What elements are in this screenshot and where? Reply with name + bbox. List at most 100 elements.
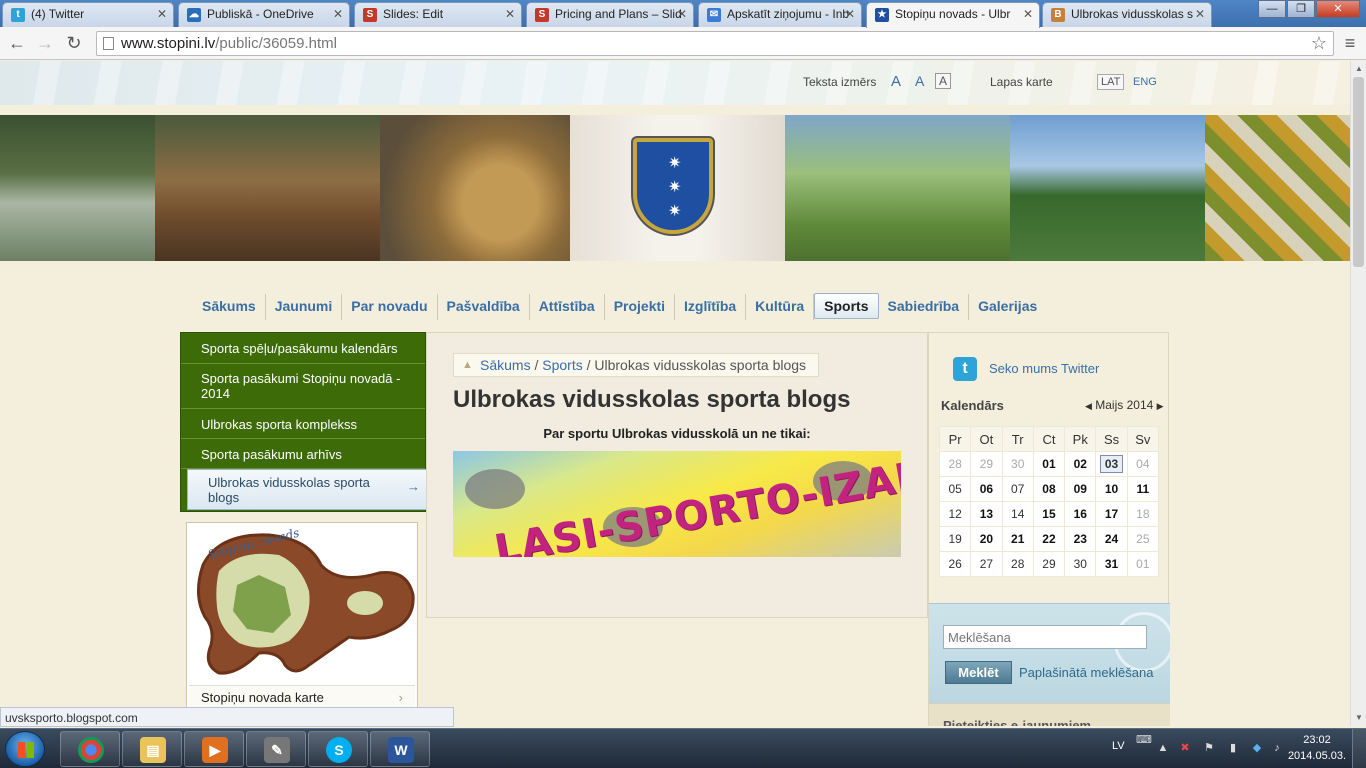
- tab-slides-edit[interactable]: S Slides: Edit ✕: [354, 2, 522, 27]
- address-bar[interactable]: www.stopini.lv/public/36059.html ☆: [96, 31, 1334, 56]
- subnav-item-calendar[interactable]: Sporta spēļu/pasākumu kalendārs: [181, 333, 425, 364]
- reload-icon[interactable]: ↻: [62, 31, 86, 55]
- text-size-normal-button[interactable]: A: [891, 73, 901, 90]
- nav-item-sabiedriba[interactable]: Sabiedrība: [879, 294, 970, 320]
- volume-icon[interactable]: ♪: [1270, 741, 1284, 755]
- text-size-large-button[interactable]: A: [935, 73, 952, 89]
- bookmark-star-icon[interactable]: ☆: [1311, 32, 1327, 55]
- search-input[interactable]: [943, 625, 1147, 649]
- calendar-day[interactable]: 09: [1064, 476, 1097, 502]
- calendar-day[interactable]: 13: [970, 501, 1003, 527]
- nav-item-galerijas[interactable]: Galerijas: [969, 294, 1046, 320]
- close-icon[interactable]: ✕: [157, 7, 167, 21]
- tab-blogger[interactable]: B Ulbrokas vidusskolas s ✕: [1042, 2, 1212, 27]
- clock-time[interactable]: 23:02: [1292, 734, 1342, 746]
- show-desktop-button[interactable]: [1352, 729, 1366, 768]
- calendar-day[interactable]: 11: [1126, 476, 1160, 502]
- next-month-icon[interactable]: ▶: [1157, 401, 1164, 411]
- subnav-item-archive[interactable]: Sporta pasākumu arhīvs: [181, 439, 425, 469]
- menu-icon[interactable]: ≡: [1340, 33, 1360, 53]
- breadcrumb-sports-link[interactable]: Sports: [542, 357, 582, 373]
- taskbar-chrome[interactable]: [60, 731, 120, 767]
- sitemap-link[interactable]: Lapas karte: [990, 75, 1053, 89]
- input-language[interactable]: LV: [1112, 740, 1125, 752]
- nav-item-izglitiba[interactable]: Izglītība: [675, 294, 747, 320]
- twitter-icon[interactable]: t: [953, 357, 977, 381]
- tab-inbox[interactable]: ✉ Apskatīt ziņojumu - Inb ✕: [698, 2, 862, 27]
- text-size-medium-button[interactable]: A: [915, 73, 924, 89]
- clock-date[interactable]: 2014.05.03.: [1285, 750, 1349, 762]
- scrollbar-thumb[interactable]: [1353, 77, 1364, 267]
- banner-crest-panel[interactable]: ✷ ✷ ✷: [570, 115, 785, 261]
- network-warning-icon[interactable]: ✖: [1178, 741, 1192, 755]
- flag-icon[interactable]: ⚑: [1202, 741, 1216, 755]
- search-button[interactable]: Meklēt: [945, 661, 1012, 684]
- close-icon[interactable]: ✕: [1195, 7, 1205, 21]
- taskbar-tool[interactable]: ✎: [246, 731, 306, 767]
- scroll-down-icon[interactable]: ▼: [1354, 713, 1364, 723]
- calendar-day[interactable]: 02: [1064, 451, 1097, 477]
- back-arrow-icon[interactable]: ←: [5, 31, 29, 55]
- sports-blog-banner-link[interactable]: LASI-SPORTO-IZAICINI!: [453, 451, 901, 557]
- nav-item-par-novadu[interactable]: Par novadu: [342, 294, 438, 320]
- close-icon[interactable]: ✕: [333, 7, 343, 21]
- tab-twitter[interactable]: t (4) Twitter ✕: [2, 2, 174, 27]
- calendar-day[interactable]: 23: [1064, 526, 1097, 552]
- subnav-item-events-2014[interactable]: Sporta pasākumi Stopiņu novadā - 2014: [181, 364, 425, 409]
- calendar-day[interactable]: 24: [1095, 526, 1128, 552]
- advanced-search-link[interactable]: Paplašinātā meklēšana: [1019, 665, 1153, 680]
- taskbar-skype[interactable]: S: [308, 731, 368, 767]
- county-map-image[interactable]: Stopiņu novads: [189, 525, 415, 683]
- nav-item-projekti[interactable]: Projekti: [605, 294, 676, 320]
- lang-lat-button[interactable]: LAT: [1097, 74, 1125, 90]
- newsletter-heading[interactable]: Pieteikties e-jaunumiem: [929, 703, 1170, 726]
- calendar-day[interactable]: 22: [1032, 526, 1066, 552]
- county-map-widget[interactable]: Stopiņu novads Stopiņu novada karte ›: [186, 522, 418, 726]
- nav-item-pasvaldiba[interactable]: Pašvaldība: [438, 294, 530, 320]
- nav-item-kultura[interactable]: Kultūra: [746, 294, 815, 320]
- calendar-day[interactable]: 20: [970, 526, 1003, 552]
- nav-item-jaunumi[interactable]: Jaunumi: [266, 294, 343, 320]
- close-icon[interactable]: ✕: [845, 7, 855, 21]
- breadcrumb-home-link[interactable]: Sākums: [480, 357, 531, 373]
- nav-item-attistiba[interactable]: Attīstība: [530, 294, 605, 320]
- twitter-follow-link[interactable]: Seko mums Twitter: [989, 361, 1099, 376]
- calendar-day[interactable]: 15: [1032, 501, 1066, 527]
- calendar-day[interactable]: 01: [1032, 451, 1066, 477]
- lang-eng-link[interactable]: ENG: [1133, 76, 1157, 88]
- coat-of-arms-logo[interactable]: ✷ ✷ ✷: [633, 138, 713, 234]
- calendar-day[interactable]: 31: [1095, 551, 1128, 577]
- subnav-item-sports-complex[interactable]: Ulbrokas sporta komplekss: [181, 409, 425, 439]
- county-map-link[interactable]: Stopiņu novada karte ›: [189, 685, 415, 709]
- keyboard-icon[interactable]: ⌨: [1136, 733, 1152, 747]
- show-hidden-icons[interactable]: ▲: [1156, 741, 1170, 755]
- calendar-day[interactable]: 03: [1095, 451, 1128, 477]
- close-icon[interactable]: ✕: [1023, 7, 1033, 21]
- taskbar-media-player[interactable]: ▶: [184, 731, 244, 767]
- prev-month-icon[interactable]: ◀: [1085, 401, 1092, 411]
- close-icon[interactable]: ✕: [505, 7, 515, 21]
- minimize-button[interactable]: —: [1258, 0, 1286, 18]
- subnav-item-sports-blog[interactable]: Ulbrokas vidusskolas sporta blogs →: [187, 469, 431, 510]
- forward-arrow-icon[interactable]: →: [33, 31, 57, 55]
- tab-onedrive[interactable]: ☁ Publiskā - OneDrive ✕: [178, 2, 350, 27]
- page-scrollbar[interactable]: ▲ ▼: [1350, 61, 1366, 726]
- scroll-up-icon[interactable]: ▲: [1354, 64, 1364, 74]
- calendar-day[interactable]: 06: [970, 476, 1003, 502]
- nav-item-sakums[interactable]: Sākums: [193, 294, 266, 320]
- close-window-button[interactable]: ✕: [1316, 0, 1360, 18]
- calendar-day[interactable]: 08: [1032, 476, 1066, 502]
- calendar-day[interactable]: 10: [1095, 476, 1128, 502]
- nav-item-sports[interactable]: Sports: [814, 293, 879, 319]
- calendar-day[interactable]: 17: [1095, 501, 1128, 527]
- dropbox-icon[interactable]: ◆: [1250, 741, 1264, 755]
- tab-pricing[interactable]: S Pricing and Plans – Slid ✕: [526, 2, 694, 27]
- taskbar-explorer[interactable]: ▤: [122, 731, 182, 767]
- battery-icon[interactable]: ▮: [1226, 741, 1240, 755]
- calendar-day[interactable]: 21: [1001, 526, 1034, 552]
- calendar-day[interactable]: 16: [1064, 501, 1097, 527]
- taskbar-word[interactable]: W: [370, 731, 430, 767]
- start-button[interactable]: [5, 731, 45, 767]
- close-icon[interactable]: ✕: [677, 7, 687, 21]
- maximize-button[interactable]: ❐: [1287, 0, 1315, 18]
